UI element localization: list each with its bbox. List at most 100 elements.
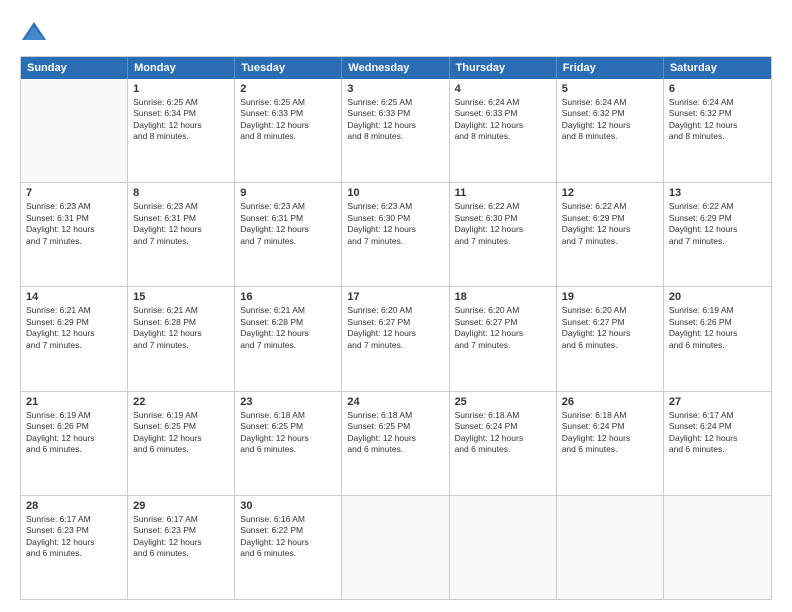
day-number: 22 [133,396,229,408]
day-header-thursday: Thursday [450,57,557,79]
calendar-cell: 14 Sunrise: 6:21 AM Sunset: 6:29 PM Dayli… [21,287,128,390]
day-number: 1 [133,83,229,95]
calendar-cell [664,496,771,599]
logo-icon [20,18,48,46]
calendar-cell: 9 Sunrise: 6:23 AM Sunset: 6:31 PM Daylig… [235,183,342,286]
calendar-header: SundayMondayTuesdayWednesdayThursdayFrid… [21,57,771,79]
calendar-cell: 24 Sunrise: 6:18 AM Sunset: 6:25 PM Dayli… [342,392,449,495]
cell-info: Sunrise: 6:22 AM Sunset: 6:29 PM Dayligh… [669,201,766,247]
calendar-cell: 19Sunrise: 6:20 AM Sunset: 6:27 PM Dayli… [557,287,664,390]
calendar-cell [342,496,449,599]
day-number: 6 [669,83,766,95]
day-number: 30 [240,500,336,512]
calendar-body: 1 Sunrise: 6:25 AM Sunset: 6:34 PM Daylig… [21,79,771,599]
day-number: 4 [455,83,551,95]
day-number: 3 [347,83,443,95]
calendar-cell: 30 Sunrise: 6:16 AM Sunset: 6:22 PM Dayli… [235,496,342,599]
day-header-sunday: Sunday [21,57,128,79]
cell-info: Sunrise: 6:20 AM Sunset: 6:27 PM Dayligh… [562,305,658,351]
cell-info: Sunrise: 6:25 AM Sunset: 6:33 PM Dayligh… [240,97,336,143]
calendar-cell: 25 Sunrise: 6:18 AM Sunset: 6:24 PM Dayli… [450,392,557,495]
calendar-cell: 20 Sunrise: 6:19 AM Sunset: 6:26 PM Dayli… [664,287,771,390]
calendar-cell: 7 Sunrise: 6:23 AM Sunset: 6:31 PM Daylig… [21,183,128,286]
day-number: 11 [455,187,551,199]
day-number: 2 [240,83,336,95]
cell-info: Sunrise: 6:21 AM Sunset: 6:29 PM Dayligh… [26,305,122,351]
day-number: 26 [562,396,658,408]
day-number: 21 [26,396,122,408]
calendar-week-5: 28 Sunrise: 6:17 AM Sunset: 6:23 PM Dayli… [21,495,771,599]
cell-info: Sunrise: 6:24 AM Sunset: 6:32 PM Dayligh… [562,97,658,143]
cell-info: Sunrise: 6:16 AM Sunset: 6:22 PM Dayligh… [240,514,336,560]
day-number: 28 [26,500,122,512]
day-number: 25 [455,396,551,408]
day-number: 7 [26,187,122,199]
calendar-week-4: 21 Sunrise: 6:19 AM Sunset: 6:26 PM Dayli… [21,391,771,495]
calendar-cell: 3 Sunrise: 6:25 AM Sunset: 6:33 PM Daylig… [342,79,449,182]
day-number: 23 [240,396,336,408]
calendar-cell: 27 Sunrise: 6:17 AM Sunset: 6:24 PM Dayli… [664,392,771,495]
day-number: 24 [347,396,443,408]
cell-info: Sunrise: 6:20 AM Sunset: 6:27 PM Dayligh… [455,305,551,351]
cell-info: Sunrise: 6:17 AM Sunset: 6:24 PM Dayligh… [669,410,766,456]
day-number: 17 [347,291,443,303]
cell-info: Sunrise: 6:25 AM Sunset: 6:34 PM Dayligh… [133,97,229,143]
calendar-cell: 18 Sunrise: 6:20 AM Sunset: 6:27 PM Dayli… [450,287,557,390]
calendar-cell: 23 Sunrise: 6:18 AM Sunset: 6:25 PM Dayli… [235,392,342,495]
calendar-cell: 2 Sunrise: 6:25 AM Sunset: 6:33 PM Daylig… [235,79,342,182]
day-number: 14 [26,291,122,303]
calendar-cell: 10Sunrise: 6:23 AM Sunset: 6:30 PM Dayli… [342,183,449,286]
calendar-cell [450,496,557,599]
calendar-cell: 8Sunrise: 6:23 AM Sunset: 6:31 PM Daylig… [128,183,235,286]
calendar-page: SundayMondayTuesdayWednesdayThursdayFrid… [0,0,792,612]
day-number: 18 [455,291,551,303]
page-header [20,18,772,46]
day-number: 13 [669,187,766,199]
cell-info: Sunrise: 6:19 AM Sunset: 6:26 PM Dayligh… [669,305,766,351]
calendar: SundayMondayTuesdayWednesdayThursdayFrid… [20,56,772,600]
calendar-cell: 1 Sunrise: 6:25 AM Sunset: 6:34 PM Daylig… [128,79,235,182]
calendar-cell: 28 Sunrise: 6:17 AM Sunset: 6:23 PM Dayli… [21,496,128,599]
calendar-cell: 4 Sunrise: 6:24 AM Sunset: 6:33 PM Daylig… [450,79,557,182]
calendar-week-1: 1 Sunrise: 6:25 AM Sunset: 6:34 PM Daylig… [21,79,771,182]
cell-info: Sunrise: 6:21 AM Sunset: 6:28 PM Dayligh… [240,305,336,351]
cell-info: Sunrise: 6:17 AM Sunset: 6:23 PM Dayligh… [133,514,229,560]
calendar-cell: 5 Sunrise: 6:24 AM Sunset: 6:32 PM Daylig… [557,79,664,182]
calendar-cell [21,79,128,182]
day-number: 27 [669,396,766,408]
day-header-monday: Monday [128,57,235,79]
cell-info: Sunrise: 6:23 AM Sunset: 6:30 PM Dayligh… [347,201,443,247]
cell-info: Sunrise: 6:17 AM Sunset: 6:23 PM Dayligh… [26,514,122,560]
day-number: 5 [562,83,658,95]
cell-info: Sunrise: 6:18 AM Sunset: 6:25 PM Dayligh… [347,410,443,456]
calendar-cell: 26 Sunrise: 6:18 AM Sunset: 6:24 PM Dayli… [557,392,664,495]
day-number: 9 [240,187,336,199]
day-number: 20 [669,291,766,303]
cell-info: Sunrise: 6:23 AM Sunset: 6:31 PM Dayligh… [26,201,122,247]
day-header-saturday: Saturday [664,57,771,79]
cell-info: Sunrise: 6:18 AM Sunset: 6:24 PM Dayligh… [562,410,658,456]
cell-info: Sunrise: 6:25 AM Sunset: 6:33 PM Dayligh… [347,97,443,143]
day-number: 29 [133,500,229,512]
calendar-cell: 15 Sunrise: 6:21 AM Sunset: 6:28 PM Dayli… [128,287,235,390]
cell-info: Sunrise: 6:24 AM Sunset: 6:33 PM Dayligh… [455,97,551,143]
calendar-week-3: 14 Sunrise: 6:21 AM Sunset: 6:29 PM Dayli… [21,286,771,390]
calendar-cell: 12Sunrise: 6:22 AM Sunset: 6:29 PM Dayli… [557,183,664,286]
cell-info: Sunrise: 6:19 AM Sunset: 6:26 PM Dayligh… [26,410,122,456]
logo [20,18,52,46]
cell-info: Sunrise: 6:19 AM Sunset: 6:25 PM Dayligh… [133,410,229,456]
day-number: 15 [133,291,229,303]
cell-info: Sunrise: 6:22 AM Sunset: 6:30 PM Dayligh… [455,201,551,247]
cell-info: Sunrise: 6:18 AM Sunset: 6:25 PM Dayligh… [240,410,336,456]
calendar-cell: 21 Sunrise: 6:19 AM Sunset: 6:26 PM Dayli… [21,392,128,495]
calendar-week-2: 7 Sunrise: 6:23 AM Sunset: 6:31 PM Daylig… [21,182,771,286]
calendar-cell: 6Sunrise: 6:24 AM Sunset: 6:32 PM Daylig… [664,79,771,182]
day-header-wednesday: Wednesday [342,57,449,79]
day-number: 16 [240,291,336,303]
cell-info: Sunrise: 6:21 AM Sunset: 6:28 PM Dayligh… [133,305,229,351]
day-number: 8 [133,187,229,199]
cell-info: Sunrise: 6:23 AM Sunset: 6:31 PM Dayligh… [240,201,336,247]
calendar-cell: 13 Sunrise: 6:22 AM Sunset: 6:29 PM Dayli… [664,183,771,286]
cell-info: Sunrise: 6:18 AM Sunset: 6:24 PM Dayligh… [455,410,551,456]
calendar-cell: 29 Sunrise: 6:17 AM Sunset: 6:23 PM Dayli… [128,496,235,599]
